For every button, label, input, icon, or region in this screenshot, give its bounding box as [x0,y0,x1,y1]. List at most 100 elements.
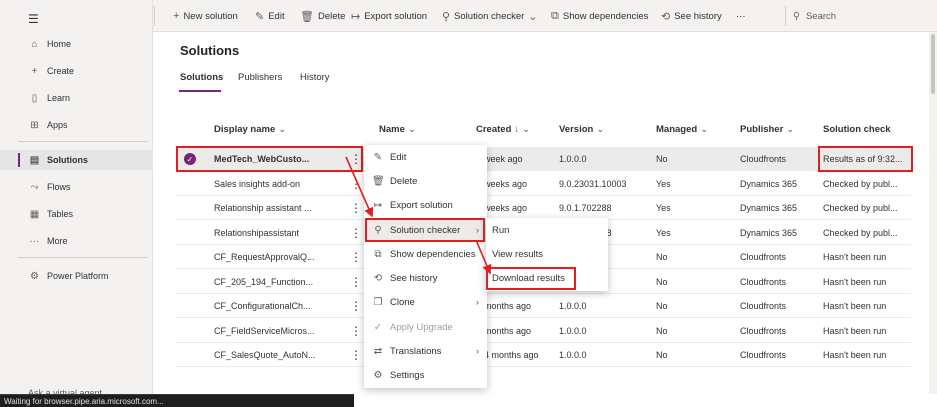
menu-item-see-history[interactable]: ⟲ See history [364,266,487,290]
export-icon: ↦ [351,10,361,23]
table-row[interactable]: Sales insights add-on weeks ago 9.0.23031.… [176,172,911,196]
cell-solution-check: Hasn't been run [823,252,887,262]
sidebar-item-tables[interactable]: ▦ Tables [0,204,153,224]
cell-solution-check: Checked by publ... [823,227,898,238]
menu-item-label: Export solution [390,199,453,211]
sidebar-item-more[interactable]: ··· More [0,231,153,251]
chevron-down-icon: ⌄ [407,124,416,135]
sidebar-item-home[interactable]: ⌂ Home [0,34,153,54]
sidebar-item-flows[interactable]: ⤳ Flows [0,177,153,197]
column-header-name[interactable]: Name ⌄ [379,124,416,135]
cell-publisher: Dynamics 365 [740,178,798,189]
show-dependencies-button[interactable]: ⧉ Show dependencies [551,8,648,24]
column-header-display-name[interactable]: Display name ⌄ [214,124,286,135]
tab-history[interactable]: History [300,72,330,83]
tab-publishers[interactable]: Publishers [238,72,282,83]
cell-display-name[interactable]: Relationshipassistant [214,221,299,245]
edit-button[interactable]: ✎ Edit [255,8,285,24]
page-title: Solutions [180,43,240,58]
sidebar-item-label: Create [47,66,75,76]
cell-display-name[interactable]: Relationship assistant ... [214,196,312,220]
active-tab-indicator [179,90,221,92]
submenu-item-view-results[interactable]: View results [486,242,608,266]
cell-created: weeks ago [484,203,528,213]
see-history-button[interactable]: ⟲ See history [661,8,722,24]
cell-version: 1.0.0.0 [559,301,587,311]
cell-managed: No [656,350,668,360]
column-header-version[interactable]: Version ⌄ [559,124,604,135]
sidebar-item-power-platform[interactable]: ⚙ Power Platform [0,266,153,286]
column-header-managed[interactable]: Managed ⌄ [656,124,708,135]
chevron-right-icon: › [475,296,479,308]
cell-publisher: Cloudfronts [740,350,787,360]
tab-solutions[interactable]: Solutions [180,72,223,83]
new-solution-button[interactable]: + New solution [173,8,238,24]
command-bar: + New solution ✎ Edit 🗑 Delete ↦ Export … [153,0,937,32]
menu-item-export-solution[interactable]: ↦ Export solution [364,193,487,217]
export-solution-button[interactable]: ↦ Export solution [351,8,427,24]
row-more-actions-icon[interactable]: ⋮ [350,319,362,343]
chevron-down-icon: ⌄ [786,124,795,135]
solution-checker-button[interactable]: ⚲ Solution checker ⌄ [442,8,538,24]
hamburger-icon[interactable]: ☰ [28,12,39,26]
column-header-label: Version [559,124,594,135]
sidebar-item-learn[interactable]: ▯ Learn [0,88,153,108]
command-divider [154,6,155,26]
column-header-solution-check[interactable]: Solution check [823,124,891,135]
delete-label: Delete [317,10,346,22]
table-row[interactable]: CF_ConfigurationalCh... months ago 1.0.0.0… [176,294,911,318]
solution-context-menu: ✎ Edit 🗑 Delete ↦ Export solution ⚲ Solution… [364,145,487,388]
row-more-actions-icon[interactable]: ⋮ [350,172,362,196]
menu-item-label: Settings [390,369,425,381]
row-more-actions-icon[interactable]: ⋮ [350,294,362,318]
menu-item-show-dependencies[interactable]: ⧉ Show dependencies [364,242,487,266]
table-row[interactable]: Relationship assistant ... weeks ago 9.0.1… [176,196,911,220]
history-icon: ⟲ [661,10,671,23]
row-more-actions-icon[interactable]: ⋮ [350,221,362,245]
row-more-actions-icon[interactable]: ⋮ [350,343,362,367]
cell-display-name[interactable]: CF_FieldServiceMicros... [214,319,315,343]
cell-display-name[interactable]: CF_SalesQuote_AutoN... [214,343,316,367]
column-header-publisher[interactable]: Publisher ⌄ [740,124,794,135]
search-placeholder: Search [805,10,837,22]
sidebar-item-label: Solutions [47,155,88,165]
more-commands-button[interactable]: ··· [736,8,746,24]
cell-display-name[interactable]: Sales insights add-on [214,172,300,196]
sidebar-item-apps[interactable]: ⊞ Apps [0,115,153,135]
sidebar-item-label: Power Platform [47,271,109,281]
menu-item-translations[interactable]: ⇄ Translations › [364,339,487,363]
cell-display-name[interactable]: CF_RequestApprovalQ... [214,245,315,269]
menu-item-settings[interactable]: ⚙ Settings [364,363,487,387]
delete-button[interactable]: 🗑 Delete [300,8,345,24]
row-more-actions-icon[interactable]: ⋮ [350,245,362,269]
sidebar-item-solutions[interactable]: ▤ Solutions [0,150,153,170]
apps-icon: ⊞ [30,119,39,131]
chevron-right-icon: › [475,345,479,357]
sidebar-item-label: Learn [47,93,71,103]
power-platform-icon: ⚙ [30,270,39,282]
search-input[interactable]: ⚲ Search [793,6,933,26]
menu-item-edit[interactable]: ✎ Edit [364,145,487,169]
cell-display-name[interactable]: CF_205_194_Function... [214,270,313,294]
cell-display-name[interactable]: CF_ConfigurationalCh... [214,294,311,318]
table-row[interactable]: CF_FieldServiceMicros... months ago 1.0.0.… [176,319,911,343]
scrollbar-thumb[interactable] [931,34,935,94]
cell-publisher: Cloudfronts [740,325,787,336]
highlight-solution-check-result [818,146,913,172]
menu-item-apply-upgrade: ✓ Apply Upgrade [364,315,487,339]
history-icon: ⟲ [373,272,383,284]
cell-managed: No [656,325,668,336]
menu-item-label: Clone [390,296,415,308]
chevron-down-icon: ⌄ [522,124,531,135]
row-more-actions-icon[interactable]: ⋮ [350,196,362,220]
book-icon: ▯ [31,92,38,104]
column-header-created[interactable]: Created ↓ ⌄ [476,124,530,135]
clone-icon: ❐ [373,296,383,308]
submenu-item-run[interactable]: Run [486,218,608,242]
sidebar-item-create[interactable]: + Create [0,61,153,81]
cell-solution-check: Checked by publ... [823,178,898,189]
menu-item-delete[interactable]: 🗑 Delete [364,169,487,193]
table-row[interactable]: CF_SalesQuote_AutoN...CF_SalesQuote_A...… [176,343,911,367]
menu-item-clone[interactable]: ❐ Clone › [364,290,487,314]
row-more-actions-icon[interactable]: ⋮ [350,270,362,294]
